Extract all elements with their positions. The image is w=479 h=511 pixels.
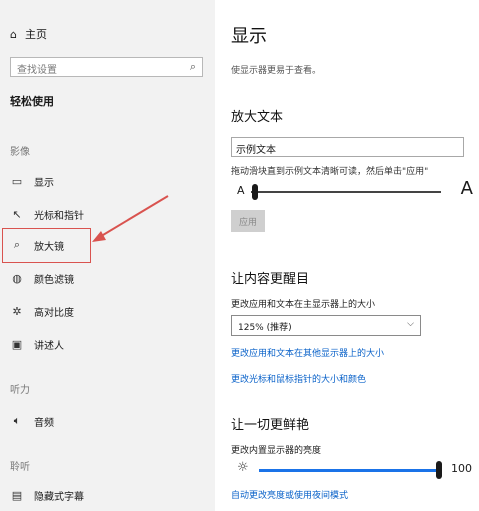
group-label-listen: 聆听 — [10, 462, 30, 473]
sample-text-field[interactable]: 示例文本 — [231, 137, 464, 157]
brightness-label: 更改内置显示器的亮度 — [231, 446, 322, 456]
sidebar-item-audio[interactable]: 🔈︎ 音频 — [8, 410, 54, 432]
sidebar-item-color-filter[interactable]: ◍ 颜色滤镜 — [8, 267, 74, 289]
bigger-heading: 让内容更醒目 — [231, 272, 310, 287]
bright-heading: 让一切更鲜艳 — [231, 418, 310, 433]
sidebar-item-high-contrast[interactable]: ✲ 高对比度 — [8, 300, 74, 322]
brightness-thumb[interactable] — [436, 461, 442, 479]
other-display-link[interactable]: 更改应用和文本在其他显示器上的大小 — [231, 346, 384, 359]
page-title: 显示 — [231, 26, 267, 47]
group-label-hearing: 听力 — [10, 385, 30, 396]
sidebar-item-narrator[interactable]: ▣ 讲述人 — [8, 333, 64, 355]
contrast-icon: ✲ — [12, 304, 22, 318]
text-size-track[interactable] — [251, 191, 441, 193]
text-size-slider[interactable]: A A — [237, 178, 473, 201]
narrator-icon: ▣ — [11, 337, 23, 351]
speaker-icon: 🔈︎ — [13, 414, 21, 427]
page-subtitle: 使显示器更易于查看。 — [231, 66, 322, 76]
sidebar-item-label: 隐藏式字幕 — [34, 491, 84, 503]
text-size-heading: 放大文本 — [231, 110, 284, 125]
sidebar-item-label: 音频 — [34, 417, 54, 429]
captions-icon: ▤ — [11, 488, 23, 502]
big-a-label: A — [460, 178, 473, 199]
apply-button[interactable]: 应用 — [231, 210, 265, 232]
sidebar-item-label: 高对比度 — [34, 307, 74, 319]
sidebar-item-captions[interactable]: ▤ 隐藏式字幕 — [8, 484, 84, 506]
main-panel: 显示 使显示器更易于查看。 放大文本 示例文本 拖动滑块直到示例文本清晰可读，然… — [215, 0, 479, 511]
sidebar-item-label: 讲述人 — [34, 340, 64, 352]
color-filter-icon: ◍ — [12, 271, 22, 285]
scale-dropdown[interactable]: 125% (推荐) ⌵ — [231, 315, 421, 336]
sidebar-item-label: 颜色滤镜 — [34, 274, 74, 286]
brightness-value: 100 — [451, 462, 472, 475]
annotation-arrow — [92, 195, 169, 242]
scale-label: 更改应用和文本在主显示器上的大小 — [231, 300, 376, 310]
brightness-track[interactable] — [259, 469, 439, 472]
text-size-hint: 拖动滑块直到示例文本清晰可读，然后单击"应用" — [231, 167, 429, 177]
scale-value: 125% (推荐) — [238, 323, 292, 333]
brightness-slider[interactable]: ☼ 100 — [237, 459, 479, 481]
text-size-thumb[interactable] — [251, 184, 258, 200]
cursor-size-link[interactable]: 更改光标和鼠标指针的大小和颜色 — [231, 372, 366, 385]
small-a-label: A — [237, 184, 245, 197]
auto-brightness-link[interactable]: 自动更改亮度或使用夜间模式 — [231, 488, 348, 501]
sun-icon: ☼ — [237, 460, 249, 475]
chevron-down-icon: ⌵ — [407, 319, 414, 329]
